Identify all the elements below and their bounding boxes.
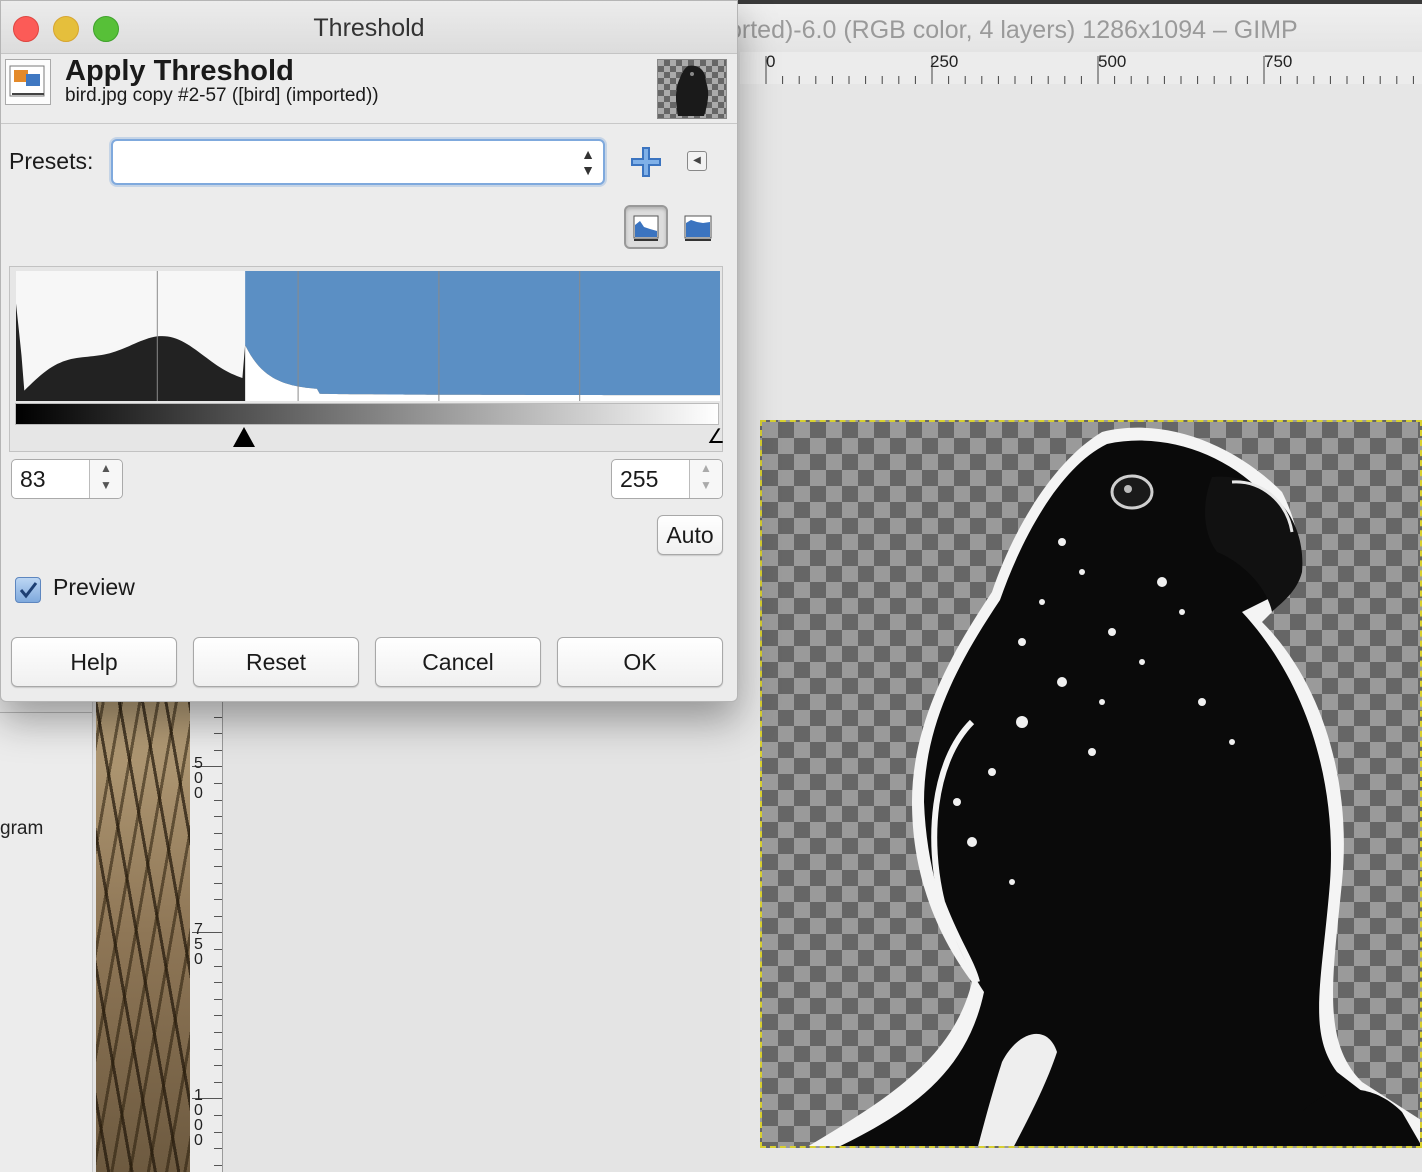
h-ruler-label-750: 750: [1264, 52, 1293, 71]
left-dock-panel: [0, 700, 93, 1172]
presets-dropdown-arrows[interactable]: ▲ ▼: [581, 146, 595, 178]
low-threshold-spinbutton[interactable]: 83 ▲ ▼: [11, 459, 123, 499]
linear-histogram-button[interactable]: [624, 205, 668, 249]
dialog-header-subtitle: bird.jpg copy #2-57 ([bird] (imported)): [65, 85, 379, 106]
v-ruler-label-1000: 1000: [194, 1087, 203, 1149]
preview-label[interactable]: Preview: [53, 574, 135, 601]
v-ruler-label-500: 500: [194, 755, 203, 802]
logarithmic-histogram-icon: [684, 215, 712, 241]
low-threshold-value: 83: [20, 466, 46, 492]
low-threshold-handle[interactable]: [233, 427, 255, 447]
cancel-button[interactable]: Cancel: [375, 637, 541, 687]
dialog-titlebar[interactable]: Threshold: [1, 1, 737, 54]
bird-silhouette: [808, 427, 1420, 1146]
threshold-tool-icon: [5, 59, 51, 105]
layer-thumbnail: [657, 59, 727, 119]
ok-button[interactable]: OK: [557, 637, 723, 687]
auto-button[interactable]: Auto: [657, 515, 723, 555]
value-gradient-bar: [15, 403, 719, 425]
histogram-graph[interactable]: [16, 271, 720, 401]
high-threshold-stepper[interactable]: ▲ ▼: [689, 460, 722, 498]
add-preset-button[interactable]: [629, 145, 663, 179]
linear-histogram-icon: [633, 215, 659, 241]
horizontal-ruler[interactable]: 0 250 500 750: [740, 52, 1422, 85]
h-ruler-label-0: 0: [766, 52, 776, 71]
logarithmic-histogram-button[interactable]: [677, 205, 721, 249]
high-threshold-handle[interactable]: ∠: [707, 427, 725, 447]
dock-histogram-tab-label[interactable]: gram: [0, 818, 43, 840]
header-divider: [1, 123, 737, 124]
h-ruler-label-500: 500: [1098, 52, 1127, 71]
dialog-title: Threshold: [313, 14, 425, 42]
high-threshold-spinbutton[interactable]: 255 ▲ ▼: [611, 459, 723, 499]
h-ruler-ticks: [765, 56, 1414, 84]
reset-button[interactable]: Reset: [193, 637, 359, 687]
vertical-ruler[interactable]: 500 750 1000: [190, 700, 223, 1172]
threshold-range-highlight: [245, 271, 720, 401]
help-button[interactable]: Help: [11, 637, 177, 687]
preset-menu-button[interactable]: ◀: [687, 151, 707, 171]
image-thumbnail-strip: [96, 700, 190, 1172]
dialog-header-title: Apply Threshold: [65, 55, 294, 87]
v-ruler-label-750: 750: [194, 921, 203, 968]
gimp-window-title: orted)-6.0 (RGB color, 4 layers) 1286x10…: [728, 16, 1298, 44]
preview-checkbox[interactable]: [15, 577, 41, 603]
low-threshold-stepper[interactable]: ▲ ▼: [89, 460, 122, 498]
plus-icon: [631, 147, 661, 177]
checkmark-icon: [19, 582, 38, 599]
high-threshold-value: 255: [620, 466, 659, 492]
dock-divider: [0, 712, 92, 713]
h-ruler-label-250: 250: [930, 52, 959, 71]
presets-label: Presets:: [9, 148, 94, 174]
threshold-preview-layer[interactable]: [760, 420, 1422, 1148]
presets-combo-box[interactable]: ▲ ▼: [111, 139, 605, 185]
threshold-dialog: Threshold Apply Threshold bird.jpg copy …: [0, 0, 738, 702]
